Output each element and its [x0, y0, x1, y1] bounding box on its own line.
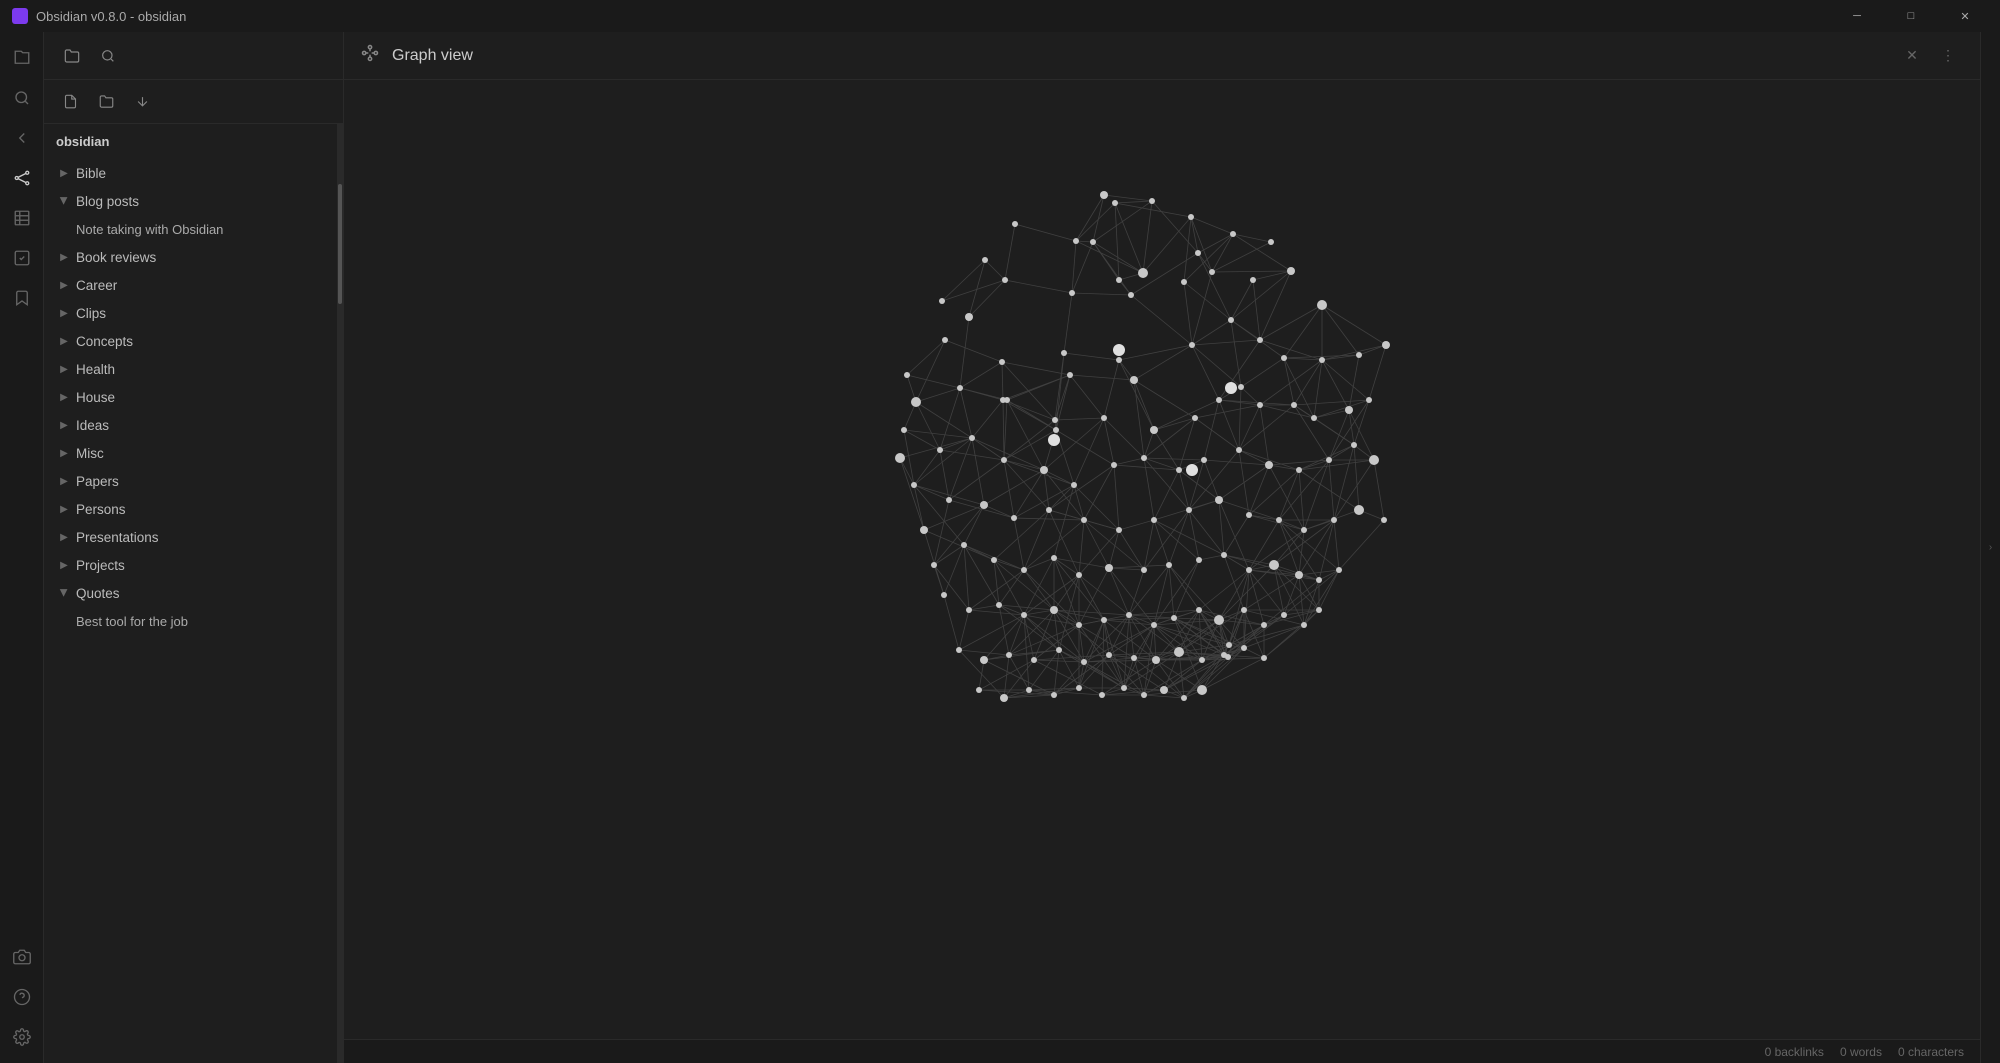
- folder-label: Health: [76, 362, 329, 377]
- sidebar-item-bible[interactable]: ▶ Bible: [44, 159, 337, 187]
- file-tree[interactable]: obsidian ▶ Bible ▶ Blog posts Note takin…: [44, 124, 337, 1063]
- sidebar: obsidian ▶ Bible ▶ Blog posts Note takin…: [44, 32, 344, 1063]
- chevron-right-icon: ▶: [56, 417, 72, 433]
- backlinks-count: 0 backlinks: [1765, 1045, 1824, 1059]
- rail-table-icon[interactable]: [4, 200, 40, 236]
- sidebar-search-btn[interactable]: [92, 40, 124, 72]
- graph-view-icon: [360, 43, 380, 68]
- folder-label: Presentations: [76, 530, 329, 545]
- chevron-right-icon: ▶: [56, 501, 72, 517]
- sidebar-item-house[interactable]: ▶ House: [44, 383, 337, 411]
- rail-files-icon[interactable]: [4, 40, 40, 76]
- chevron-right-icon: ▶: [56, 333, 72, 349]
- sidebar-item-career[interactable]: ▶ Career: [44, 271, 337, 299]
- graph-canvas[interactable]: [344, 80, 1980, 1039]
- sidebar-item-misc[interactable]: ▶ Misc: [44, 439, 337, 467]
- scrollbar-thumb: [338, 184, 342, 304]
- panel-more-button[interactable]: ⋮: [1932, 40, 1964, 72]
- char-count: 0 characters: [1898, 1045, 1964, 1059]
- folder-label: Quotes: [76, 586, 329, 601]
- rail-search-icon[interactable]: [4, 80, 40, 116]
- rail-help-icon[interactable]: [4, 979, 40, 1015]
- sidebar-item-blog-posts[interactable]: ▶ Blog posts: [44, 187, 337, 215]
- graph-svg: [344, 80, 1980, 1039]
- window-title: Obsidian v0.8.0 - obsidian: [36, 9, 1834, 24]
- titlebar: Obsidian v0.8.0 - obsidian ─ □ ✕: [0, 0, 2000, 32]
- right-panel-toggle[interactable]: ›: [1980, 32, 2000, 1063]
- panel-header-actions: ✕ ⋮: [1896, 40, 1964, 72]
- sidebar-item-papers[interactable]: ▶ Papers: [44, 467, 337, 495]
- chevron-right-icon: ▶: [56, 557, 72, 573]
- folder-label: Persons: [76, 502, 329, 517]
- folder-label: House: [76, 390, 329, 405]
- folder-label: Book reviews: [76, 250, 329, 265]
- rail-graph-icon[interactable]: [4, 160, 40, 196]
- rail-camera-icon[interactable]: [4, 939, 40, 975]
- app-icon: [12, 8, 28, 24]
- chevron-right-icon: ▶: [56, 445, 72, 461]
- file-label: Best tool for the job: [76, 614, 329, 629]
- file-label: Note taking with Obsidian: [76, 222, 329, 237]
- chevron-right-icon: ▶: [56, 361, 72, 377]
- sidebar-item-concepts[interactable]: ▶ Concepts: [44, 327, 337, 355]
- sidebar-item-quotes[interactable]: ▶ Quotes: [44, 579, 337, 607]
- folder-label: Ideas: [76, 418, 329, 433]
- folder-label: Concepts: [76, 334, 329, 349]
- panel-header: Graph view ✕ ⋮: [344, 32, 1980, 80]
- close-button[interactable]: ✕: [1942, 0, 1988, 32]
- chevron-right-icon: ▶: [56, 529, 72, 545]
- icon-rail: [0, 32, 44, 1063]
- folder-label: Career: [76, 278, 329, 293]
- window-controls: ─ □ ✕: [1834, 0, 1988, 32]
- chevron-right-icon: ▶: [56, 165, 72, 181]
- sidebar-item-best-tool[interactable]: Best tool for the job: [44, 607, 337, 635]
- sidebar-item-projects[interactable]: ▶ Projects: [44, 551, 337, 579]
- sidebar-folder-btn[interactable]: [56, 40, 88, 72]
- folder-label: Misc: [76, 446, 329, 461]
- chevron-right-icon: ▶: [56, 473, 72, 489]
- status-bar: 0 backlinks 0 words 0 characters: [344, 1039, 1980, 1063]
- new-folder-button[interactable]: [92, 88, 120, 116]
- sidebar-item-persons[interactable]: ▶ Persons: [44, 495, 337, 523]
- minimize-button[interactable]: ─: [1834, 0, 1880, 32]
- rail-tasks-icon[interactable]: [4, 240, 40, 276]
- app-body: obsidian ▶ Bible ▶ Blog posts Note takin…: [0, 32, 2000, 1063]
- folder-label: Papers: [76, 474, 329, 489]
- vault-label: obsidian: [44, 128, 337, 155]
- maximize-button[interactable]: □: [1888, 0, 1934, 32]
- sidebar-scrollbar[interactable]: [337, 124, 343, 1063]
- folder-label: Clips: [76, 306, 329, 321]
- chevron-right-icon: ▶: [56, 305, 72, 321]
- nav-back-icon[interactable]: [4, 120, 40, 156]
- chevron-right-icon: ▶: [56, 389, 72, 405]
- chevron-down-icon: ▶: [56, 585, 72, 601]
- sidebar-item-book-reviews[interactable]: ▶ Book reviews: [44, 243, 337, 271]
- panel-title: Graph view: [392, 47, 1884, 65]
- sidebar-scroll-wrapper: obsidian ▶ Bible ▶ Blog posts Note takin…: [44, 124, 343, 1063]
- panel-close-button[interactable]: ✕: [1896, 40, 1928, 72]
- folder-label: Bible: [76, 166, 329, 181]
- sidebar-item-note-taking[interactable]: Note taking with Obsidian: [44, 215, 337, 243]
- folder-label: Projects: [76, 558, 329, 573]
- chevron-right-icon: ▶: [56, 249, 72, 265]
- chevron-right-icon: ▶: [56, 277, 72, 293]
- main-panel: Graph view ✕ ⋮ 0 backlinks 0 words 0 cha…: [344, 32, 1980, 1063]
- sort-button[interactable]: [128, 88, 156, 116]
- sidebar-item-clips[interactable]: ▶ Clips: [44, 299, 337, 327]
- rail-settings-icon[interactable]: [4, 1019, 40, 1055]
- folder-label: Blog posts: [76, 194, 329, 209]
- chevron-down-icon: ▶: [56, 193, 72, 209]
- new-note-button[interactable]: [56, 88, 84, 116]
- sidebar-item-ideas[interactable]: ▶ Ideas: [44, 411, 337, 439]
- rail-bookmark-icon[interactable]: [4, 280, 40, 316]
- sidebar-item-presentations[interactable]: ▶ Presentations: [44, 523, 337, 551]
- file-actions-bar: [44, 80, 343, 124]
- sidebar-toolbar: [44, 32, 343, 80]
- word-count: 0 words: [1840, 1045, 1882, 1059]
- sidebar-item-health[interactable]: ▶ Health: [44, 355, 337, 383]
